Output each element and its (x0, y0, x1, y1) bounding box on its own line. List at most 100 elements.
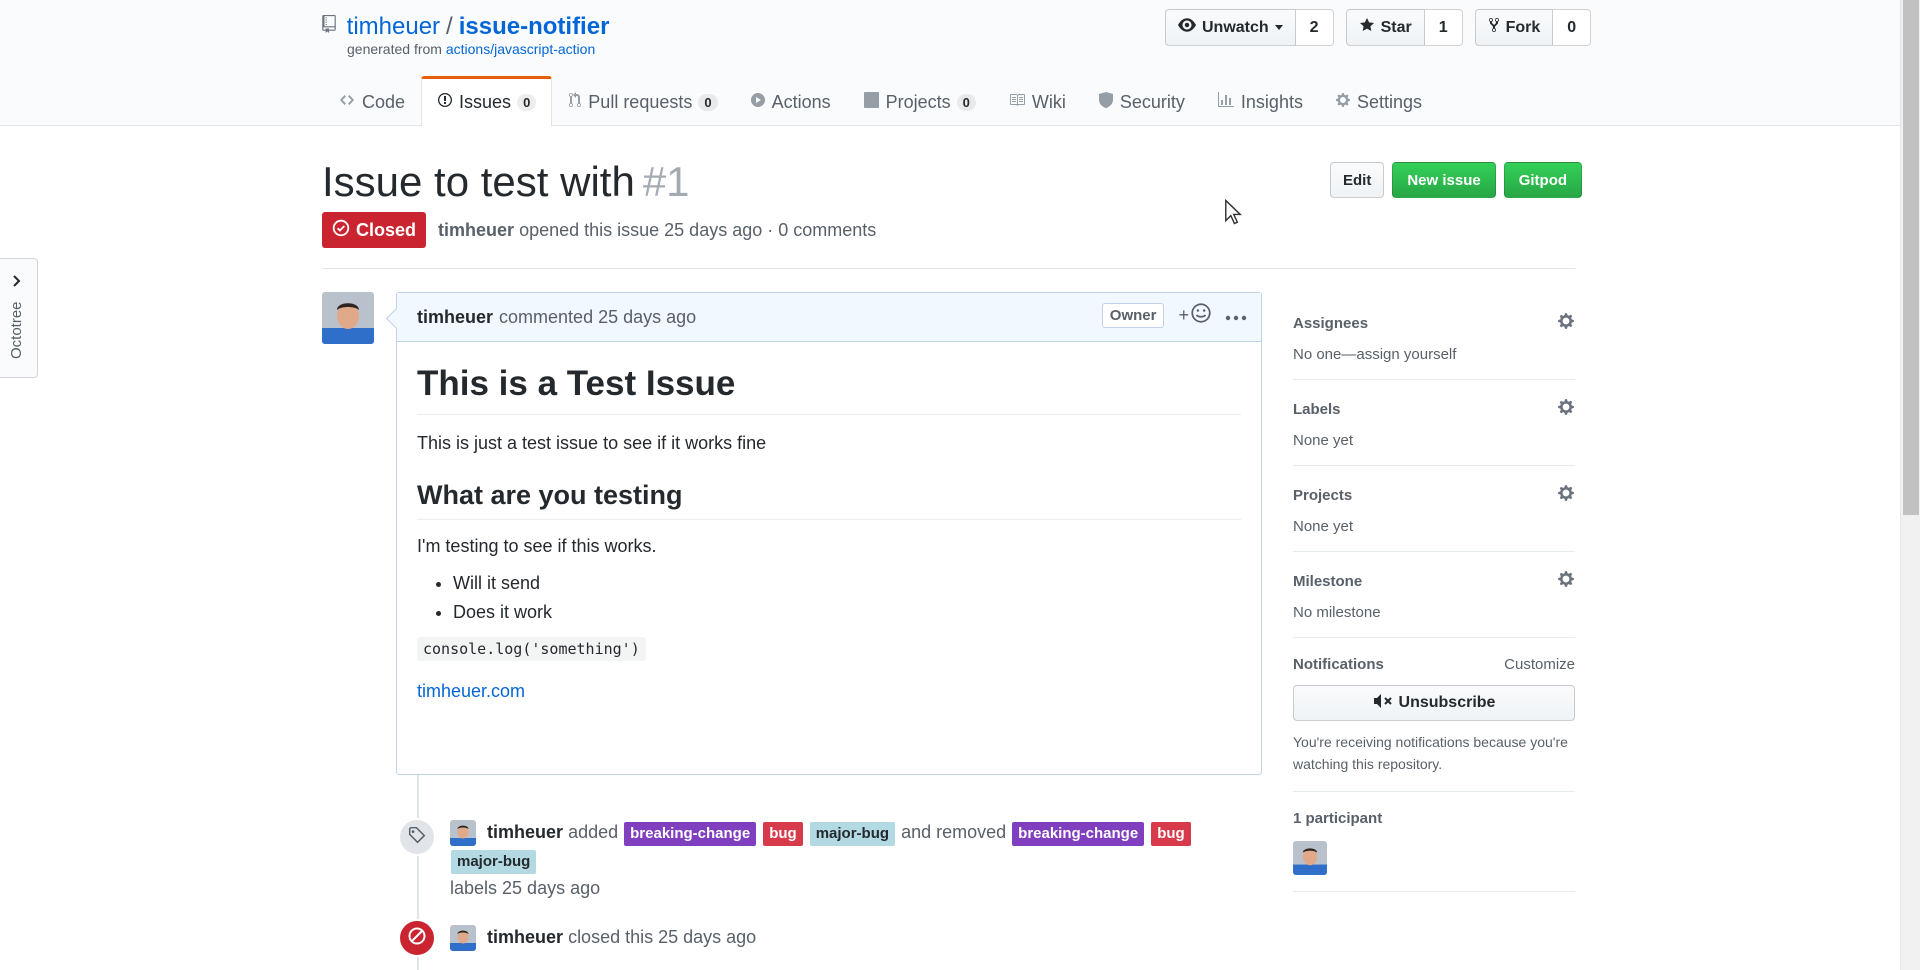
tab-actions[interactable]: Actions (734, 76, 847, 126)
event-badge (398, 818, 436, 856)
avatar[interactable] (450, 925, 476, 952)
close-event: timheuer closed this 25 days ago (398, 919, 1250, 957)
avatar[interactable] (322, 292, 374, 344)
issues-counter: 0 (517, 94, 537, 111)
page-scrollbar[interactable] (1900, 0, 1920, 970)
tab-label: Projects (885, 91, 951, 112)
sidebar-heading: 1 participant (1293, 810, 1383, 827)
tab-wiki[interactable]: Wiki (992, 76, 1082, 126)
tab-code[interactable]: Code (322, 76, 421, 126)
status-label: Closed (356, 219, 417, 240)
comment-heading-1: This is a Test Issue (417, 362, 1241, 415)
gitpod-button[interactable]: Gitpod (1503, 162, 1583, 198)
unsubscribe-label: Unsubscribe (1398, 694, 1496, 711)
label-major-bug[interactable]: major-bug (451, 850, 537, 875)
edit-button[interactable]: Edit (1330, 162, 1385, 198)
octotree-toggle[interactable]: Octotree (0, 258, 38, 378)
event-actor-link[interactable]: timheuer (487, 927, 563, 947)
shield-icon (1098, 91, 1114, 113)
sidebar-value: None yet (1293, 518, 1354, 535)
owner-badge: Owner (1101, 303, 1165, 328)
customize-link[interactable]: Customize (1504, 656, 1575, 673)
participant-avatar[interactable] (1293, 841, 1327, 875)
repo-actions: Unwatch 2 Star 1 Fork 0 (1165, 9, 1592, 46)
repo-owner-link[interactable]: timheuer (347, 13, 440, 40)
watch-group: Unwatch 2 (1165, 9, 1334, 46)
tab-label: Code (362, 91, 406, 112)
repo-name-link[interactable]: issue-notifier (459, 13, 610, 40)
label-breaking-change[interactable]: breaking-change (1012, 822, 1145, 846)
discussion-sidebar: Assignees No one—assign yourself Labels … (1293, 296, 1575, 892)
header-divider (322, 268, 1575, 269)
code-icon (338, 92, 356, 113)
tab-pull-requests[interactable]: Pull requests 0 (552, 76, 733, 126)
tab-label: Pull requests (588, 91, 693, 112)
fork-button[interactable]: Fork (1474, 9, 1554, 46)
tab-label: Settings (1356, 91, 1423, 112)
tab-label: Security (1119, 91, 1185, 112)
tab-label: Actions (771, 91, 831, 112)
star-button[interactable]: Star (1345, 9, 1425, 46)
comment-list: Will it send Does it work (417, 573, 1241, 623)
watchers-count[interactable]: 2 (1295, 9, 1334, 46)
mute-icon (1373, 693, 1393, 714)
kebab-horizontal-icon[interactable] (1225, 305, 1247, 326)
generated-from: generated from actions/javascript-action (347, 41, 595, 57)
gear-icon[interactable] (1557, 570, 1575, 592)
comment-timestamp[interactable]: commented 25 days ago (499, 307, 696, 328)
repo-title: timheuer / issue-notifier (322, 12, 609, 43)
tab-label: Wiki (1031, 91, 1066, 112)
tag-icon (408, 826, 426, 849)
gear-icon[interactable] (1557, 398, 1575, 420)
event-description: closed this 25 days ago (568, 927, 757, 947)
smiley-icon (1191, 303, 1211, 328)
event-actor-link[interactable]: timheuer (487, 822, 563, 842)
stargazers-count[interactable]: 1 (1424, 9, 1463, 46)
comment-link[interactable]: timheuer.com (417, 681, 1241, 702)
play-icon (750, 92, 766, 113)
issue-author-link[interactable]: timheuer (438, 220, 514, 240)
forks-count[interactable]: 0 (1553, 9, 1592, 46)
comment-paragraph: I'm testing to see if this works. (417, 536, 657, 556)
tab-label: Issues (459, 92, 512, 112)
unwatch-button[interactable]: Unwatch (1165, 9, 1296, 46)
scrollbar-thumb[interactable] (1903, 0, 1919, 515)
comment-header: timheuer commented 25 days ago Owner + (397, 293, 1261, 342)
chevron-down-icon (1274, 25, 1283, 30)
book-icon (1008, 92, 1026, 113)
event-timestamp[interactable]: labels 25 days ago (450, 878, 600, 898)
star-group: Star 1 (1345, 9, 1463, 46)
sidebar-value: None yet (1293, 432, 1354, 449)
unsubscribe-button[interactable]: Unsubscribe (1293, 685, 1575, 721)
sidebar-heading: Labels (1293, 400, 1341, 418)
star-label: Star (1380, 18, 1412, 36)
label-bug[interactable]: bug (763, 822, 803, 846)
issue-title-text: Issue to test with (322, 158, 635, 205)
generated-prefix: generated from (347, 41, 442, 57)
tab-issues[interactable]: Issues 0 (421, 76, 553, 127)
event-verb: and removed (901, 822, 1007, 842)
comment-author-link[interactable]: timheuer (417, 307, 493, 328)
tab-insights[interactable]: Insights (1201, 76, 1319, 126)
issue-header-actions: Edit New issue Gitpod (1330, 162, 1583, 198)
gear-icon[interactable] (1557, 312, 1575, 334)
repo-icon (322, 11, 336, 41)
tab-settings[interactable]: Settings (1319, 76, 1438, 126)
assign-yourself-link[interactable]: No one—assign yourself (1293, 346, 1575, 363)
gear-icon[interactable] (1557, 484, 1575, 506)
add-reaction-button[interactable]: + (1178, 303, 1211, 328)
repo-nav: Code Issues 0 Pull requests 0 Actions Pr… (322, 76, 1438, 127)
label-bug[interactable]: bug (1151, 822, 1191, 846)
label-major-bug[interactable]: major-bug (809, 822, 896, 846)
avatar[interactable] (450, 820, 476, 847)
fork-group: Fork 0 (1474, 9, 1592, 46)
tab-projects[interactable]: Projects 0 (847, 76, 992, 126)
tab-security[interactable]: Security (1082, 76, 1201, 126)
label-breaking-change[interactable]: breaking-change (624, 822, 757, 846)
mouse-cursor-icon (1224, 198, 1243, 230)
comment-heading-2: What are you testing (417, 480, 1241, 520)
new-issue-button[interactable]: New issue (1392, 162, 1496, 198)
template-repo-link[interactable]: actions/javascript-action (446, 41, 595, 57)
comment-body: This is a Test Issue This is just a test… (397, 342, 1261, 722)
issue-meta-text: opened this issue 25 days ago · 0 commen… (519, 219, 877, 240)
